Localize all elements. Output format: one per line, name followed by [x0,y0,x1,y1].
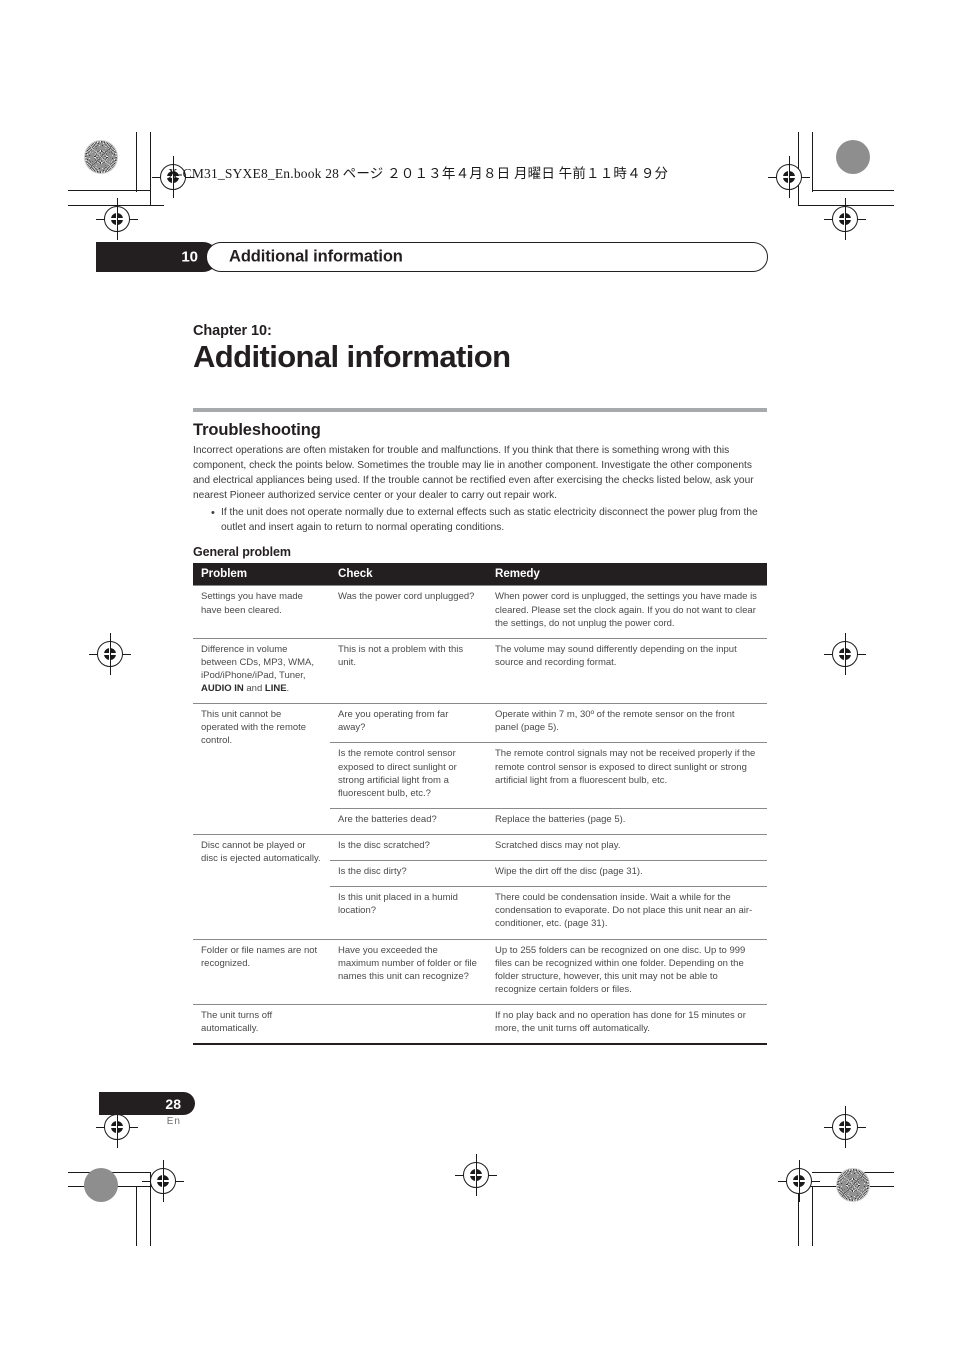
table-row: Difference in volume between CDs, MP3, W… [193,637,767,704]
crop-line [150,132,152,206]
table-row: Folder or file names are not recognized.… [193,938,767,1005]
table-row: The unit turns off automatically. If no … [193,1003,767,1046]
cell-check: Are the batteries dead? [330,807,487,835]
file-info-slug: X-CM31_SYXE8_En.book 28 ページ ２０１３年４月８日 月曜… [168,166,669,181]
troubleshooting-table: Problem Check Remedy Settings you have m… [193,563,767,1046]
section-divider [193,407,767,412]
section-heading: Troubleshooting [193,420,321,439]
cell-remedy: Scratched discs may not play. [487,833,767,861]
registration-mark [824,1106,866,1148]
table-row: Settings you have made have been cleared… [193,585,767,639]
crop-line [68,205,164,207]
section-bullet-list: If the unit does not operate normally du… [193,505,767,536]
chapter-number-tab: 10 [96,242,218,272]
running-header: 10 Additional information [96,242,768,272]
cell-problem: Disc cannot be played or disc is ejected… [193,833,330,940]
registration-mark [96,198,138,240]
crop-line [68,1172,150,1174]
column-header-problem: Problem [193,563,330,586]
cell-remedy: The remote control signals may not be re… [487,742,767,809]
cell-check: Was the power cord unplugged? [330,585,487,639]
table-row: This unit cannot be operated with the re… [193,703,767,835]
table-row: Disc cannot be played or disc is ejected… [193,833,767,940]
cell-remedy: Replace the batteries (page 5). [487,807,767,835]
running-header-title: Additional information [229,247,403,266]
crop-line [68,1186,164,1188]
density-patch [836,1168,870,1202]
table-body: Settings you have made have been cleared… [193,585,767,1046]
cell-problem: This unit cannot be operated with the re… [193,703,330,835]
cell-check: Is this unit placed in a humid location? [330,886,487,940]
crop-line [798,132,800,206]
cell-problem: Difference in volume between CDs, MP3, W… [193,637,330,704]
cell-check: Have you exceeded the maximum number of … [330,938,487,1005]
registration-mark [768,156,810,198]
registration-mark [824,633,866,675]
cell-remedy: There could be condensation inside. Wait… [487,886,767,940]
cell-problem: Folder or file names are not recognized. [193,938,330,1005]
crop-line [136,1186,138,1246]
cell-remedy: If no play back and no operation has don… [487,1003,767,1046]
cell-remedy: Wipe the dirt off the disc (page 31). [487,860,767,887]
cell-check: Are you operating from far away? [330,703,487,743]
page-number-badge: 28 [99,1092,195,1115]
crop-line [812,1186,814,1246]
registration-mark [142,1160,184,1202]
crop-line [136,132,138,192]
crop-line [68,190,150,192]
page-number: 28 [165,1095,181,1112]
crop-line [812,190,894,192]
registration-mark [455,1154,497,1196]
crop-line [150,1172,152,1246]
emphasis-audio-in: AUDIO IN [201,683,244,695]
crop-line [798,1172,800,1246]
cell-remedy: Operate within 7 m, 30º of the remote se… [487,703,767,743]
density-patch [84,1168,118,1202]
cell-check: Is the disc scratched? [330,833,487,861]
density-patch [836,140,870,174]
table-header-row: Problem Check Remedy [193,563,767,586]
cell-remedy: The volume may sound differently dependi… [487,637,767,704]
cell-check: Is the remote control sensor exposed to … [330,742,487,809]
crop-line [798,1186,894,1188]
cell-problem: The unit turns off automatically. [193,1003,330,1046]
registration-mark [89,633,131,675]
density-patch [84,140,118,174]
page-title: Additional information [193,339,511,374]
crop-line [812,1172,894,1174]
running-header-pill: Additional information [206,242,768,272]
registration-mark [824,198,866,240]
cell-remedy: When power cord is unplugged, the settin… [487,585,767,639]
crop-line [812,132,814,192]
registration-mark [778,1160,820,1202]
subsection-heading: General problem [193,545,291,560]
cell-check: Is the disc dirty? [330,860,487,887]
cell-remedy: Up to 255 folders can be recognized on o… [487,938,767,1005]
page-language-code: En [166,1116,181,1127]
page-body-column: Chapter 10: Additional information Troub… [193,323,767,1046]
emphasis-line: LINE [264,683,287,695]
crop-line [798,205,894,207]
chapter-label: Chapter 10: [193,323,272,339]
list-item: If the unit does not operate normally du… [211,505,767,536]
section-intro-paragraph: Incorrect operations are often mistaken … [193,444,754,501]
chapter-number: 10 [181,248,198,266]
column-header-check: Check [330,563,487,586]
cell-check [330,1003,487,1046]
column-header-remedy: Remedy [487,563,767,586]
table-header: Problem Check Remedy [193,563,767,586]
cell-check: This is not a problem with this unit. [330,637,487,704]
cell-problem: Settings you have made have been cleared… [193,585,330,639]
